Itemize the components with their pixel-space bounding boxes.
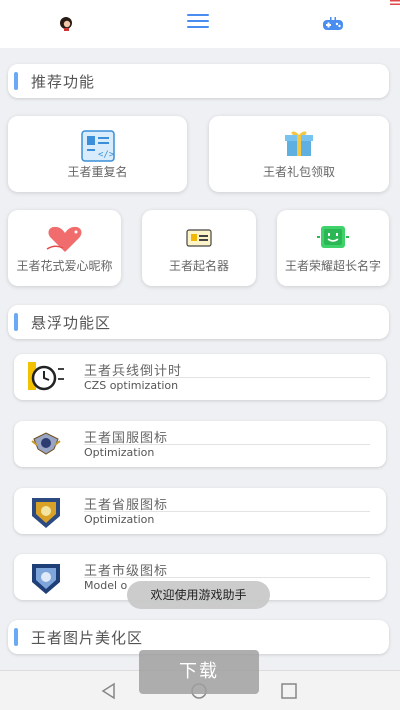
divider xyxy=(84,511,370,512)
list-item-province-badge[interactable]: 王者省服图标 Optimization xyxy=(14,488,386,534)
card-label: 王者重复名 xyxy=(67,165,128,179)
gamepad-icon[interactable] xyxy=(322,16,344,32)
national-badge-icon xyxy=(31,432,61,455)
divider xyxy=(84,377,370,378)
section-header-floating: 悬浮功能区 xyxy=(8,305,389,339)
divider xyxy=(84,577,370,578)
item-subtitle: Optimization xyxy=(84,446,155,459)
section-accent-bar xyxy=(14,313,18,331)
section-accent-bar xyxy=(14,628,18,646)
card-label: 王者礼包领取 xyxy=(262,165,335,179)
section-header-beautify: 王者图片美化区 xyxy=(8,620,389,654)
card-label: 王者花式爱心昵称 xyxy=(16,259,113,273)
smile-screen-icon xyxy=(317,226,349,248)
item-subtitle: Model o xyxy=(84,579,128,592)
code-board-icon: </> xyxy=(80,130,115,162)
divider xyxy=(84,444,370,445)
list-item-minion-timer[interactable]: 王者兵线倒计时 CZS optimization xyxy=(14,354,386,400)
svg-text:</>: </> xyxy=(98,150,115,160)
card-long-name[interactable]: 王者荣耀超长名字 xyxy=(277,210,389,286)
avatar-icon[interactable] xyxy=(58,15,74,31)
list-item-national-badge[interactable]: 王者国服图标 Optimization xyxy=(14,421,386,467)
id-card-icon xyxy=(186,229,212,247)
heart-icon xyxy=(46,226,81,252)
card-name-generator[interactable]: 王者起名器 xyxy=(142,210,256,286)
gift-icon xyxy=(285,131,313,156)
item-subtitle: CZS optimization xyxy=(84,379,179,392)
back-icon[interactable] xyxy=(99,681,119,701)
corner-mark-icon xyxy=(390,0,400,5)
section-header-recommended: 推荐功能 xyxy=(8,64,389,98)
card-gift-claim[interactable]: 王者礼包领取 xyxy=(209,116,389,192)
section-title: 王者图片美化区 xyxy=(31,629,144,647)
top-bar xyxy=(0,0,400,48)
clock-icon xyxy=(28,362,64,391)
city-badge-icon xyxy=(32,564,60,594)
section-title: 推荐功能 xyxy=(31,73,96,91)
item-subtitle: Optimization xyxy=(84,513,155,526)
section-title: 悬浮功能区 xyxy=(31,314,112,332)
card-heart-nickname[interactable]: 王者花式爱心昵称 xyxy=(8,210,121,286)
card-label: 王者荣耀超长名字 xyxy=(284,259,381,273)
download-button[interactable]: 下载 xyxy=(139,650,259,694)
card-label: 王者起名器 xyxy=(168,259,229,273)
province-badge-icon xyxy=(32,498,60,528)
toast-message: 欢迎使用游戏助手 xyxy=(127,581,270,609)
menu-icon[interactable] xyxy=(187,14,209,32)
card-duplicate-name[interactable]: </> 王者重复名 xyxy=(8,116,187,192)
recent-apps-icon[interactable] xyxy=(279,681,299,701)
section-accent-bar xyxy=(14,72,18,90)
